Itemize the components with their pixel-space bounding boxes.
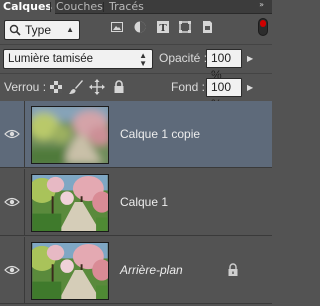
svg-text:T: T [159,22,167,34]
shape-filter-icon[interactable] [178,20,192,34]
tab-divider [50,2,51,12]
divider [24,237,25,304]
layer-thumbnail[interactable] [31,242,109,300]
tab-paths[interactable]: Tracés [106,0,147,14]
smart-object-filter-icon[interactable] [200,20,214,34]
layer-thumbnail[interactable] [31,174,109,232]
fill-label: Fond : [171,80,206,94]
filter-toggle-knob [260,20,266,27]
panel-tab-bar: Calques Couches Tracés » [0,0,272,15]
fill-dropdown-arrow[interactable]: ▶ [247,78,255,97]
lock-icon [228,263,238,276]
filter-kind-label: Type [25,23,52,37]
lock-all-icon[interactable] [111,79,127,95]
divider [24,169,25,236]
layer-thumbnail[interactable] [31,106,109,164]
filter-toggle-switch[interactable] [258,18,268,36]
filter-kind-select[interactable]: Type ▲ [4,20,80,40]
image-filter-icon[interactable] [110,20,124,34]
divider [0,73,272,74]
tab-channels[interactable]: Couches [53,0,106,14]
layers-list: Calque 1 copie Calque 1 Arrière-plan [0,101,272,306]
updown-arrows-icon: ▲ ▼ [139,51,147,68]
chevron-down-icon: ▲ [66,25,74,34]
tab-layers[interactable]: Calques [0,0,55,15]
blend-mode-value: Lumière tamisée [8,53,94,65]
fill-input[interactable]: 100 % [206,78,242,111]
eye-icon[interactable] [4,263,20,277]
opacity-input[interactable]: 100 % [206,49,242,82]
layer-filter-row: Type ▲ T [0,17,272,43]
divider [24,101,25,168]
lock-position-icon[interactable] [89,79,105,95]
layer-row[interactable]: Calque 1 copie [0,101,272,168]
adjustment-filter-icon[interactable] [133,20,147,34]
layer-name[interactable]: Arrière-plan [120,263,183,277]
blend-mode-select[interactable]: Lumière tamisée ▲ ▼ [3,49,153,69]
layer-row[interactable]: Arrière-plan [0,237,272,304]
lock-transparent-icon[interactable] [48,79,64,95]
eye-icon[interactable] [4,195,20,209]
panel-collapse-icon[interactable]: » [259,0,264,9]
eye-icon[interactable] [4,127,20,141]
type-filter-icon[interactable]: T [156,20,170,34]
lock-label: Verrou : [4,80,47,94]
divider [0,44,272,45]
layer-name[interactable]: Calque 1 [120,195,168,209]
layer-name[interactable]: Calque 1 copie [120,127,200,141]
opacity-label: Opacité : [159,51,208,65]
opacity-dropdown-arrow[interactable]: ▶ [247,49,255,68]
lock-image-icon[interactable] [68,79,84,95]
search-icon [9,24,21,36]
tab-divider [103,2,104,12]
layer-row[interactable]: Calque 1 [0,169,272,236]
